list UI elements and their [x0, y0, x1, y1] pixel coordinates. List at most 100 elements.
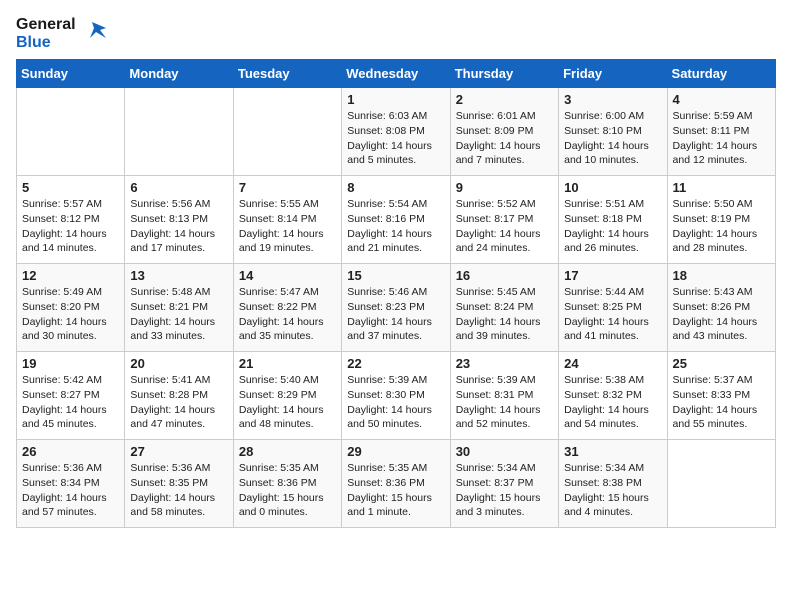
calendar-table: SundayMondayTuesdayWednesdayThursdayFrid…: [16, 59, 776, 528]
calendar-cell: 9 Sunrise: 5:52 AM Sunset: 8:17 PM Daylig…: [450, 176, 558, 264]
calendar-cell: 24Sunrise: 5:38 AM Sunset: 8:32 PM Dayli…: [559, 352, 667, 440]
day-number: 10: [564, 180, 661, 195]
day-number: 5: [22, 180, 119, 195]
cell-content: Sunrise: 5:48 AM Sunset: 8:21 PM Dayligh…: [130, 285, 227, 344]
calendar-cell: 8 Sunrise: 5:54 AM Sunset: 8:16 PM Daylig…: [342, 176, 450, 264]
calendar-cell: [125, 88, 233, 176]
cell-content: Sunrise: 5:37 AM Sunset: 8:33 PM Dayligh…: [673, 373, 770, 432]
day-number: 30: [456, 444, 553, 459]
calendar-cell: 28 Sunrise: 5:35 AM Sunset: 8:36 PM Dayli…: [233, 440, 341, 528]
cell-content: Sunrise: 5:35 AM Sunset: 8:36 PM Dayligh…: [347, 461, 444, 520]
day-number: 15: [347, 268, 444, 283]
cell-content: Sunrise: 5:42 AM Sunset: 8:27 PM Dayligh…: [22, 373, 119, 432]
calendar-cell: 21 Sunrise: 5:40 AM Sunset: 8:29 PM Dayli…: [233, 352, 341, 440]
cell-content: Sunrise: 5:43 AM Sunset: 8:26 PM Dayligh…: [673, 285, 770, 344]
cell-content: Sunrise: 5:34 AM Sunset: 8:37 PM Dayligh…: [456, 461, 553, 520]
calendar-cell: 26 Sunrise: 5:36 AM Sunset: 8:34 PM Dayli…: [17, 440, 125, 528]
calendar-week-1: 5 Sunrise: 5:57 AM Sunset: 8:12 PM Daylig…: [17, 176, 776, 264]
calendar-cell: 6 Sunrise: 5:56 AM Sunset: 8:13 PM Daylig…: [125, 176, 233, 264]
calendar-cell: 3Sunrise: 6:00 AM Sunset: 8:10 PM Daylig…: [559, 88, 667, 176]
day-number: 1: [347, 92, 444, 107]
cell-content: Sunrise: 5:36 AM Sunset: 8:35 PM Dayligh…: [130, 461, 227, 520]
calendar-cell: 20Sunrise: 5:41 AM Sunset: 8:28 PM Dayli…: [125, 352, 233, 440]
cell-content: Sunrise: 5:34 AM Sunset: 8:38 PM Dayligh…: [564, 461, 661, 520]
day-header-sunday: Sunday: [17, 60, 125, 88]
day-header-thursday: Thursday: [450, 60, 558, 88]
calendar-cell: 18Sunrise: 5:43 AM Sunset: 8:26 PM Dayli…: [667, 264, 775, 352]
cell-content: Sunrise: 5:40 AM Sunset: 8:29 PM Dayligh…: [239, 373, 336, 432]
calendar-cell: 30 Sunrise: 5:34 AM Sunset: 8:37 PM Dayli…: [450, 440, 558, 528]
logo-bird-icon: [82, 18, 110, 46]
cell-content: Sunrise: 5:39 AM Sunset: 8:31 PM Dayligh…: [456, 373, 553, 432]
day-header-saturday: Saturday: [667, 60, 775, 88]
calendar-week-0: 1 Sunrise: 6:03 AM Sunset: 8:08 PM Daylig…: [17, 88, 776, 176]
calendar-cell: 17 Sunrise: 5:44 AM Sunset: 8:25 PM Dayli…: [559, 264, 667, 352]
day-header-monday: Monday: [125, 60, 233, 88]
calendar-cell: [17, 88, 125, 176]
cell-content: Sunrise: 5:55 AM Sunset: 8:14 PM Dayligh…: [239, 197, 336, 256]
day-number: 22: [347, 356, 444, 371]
calendar-body: 1 Sunrise: 6:03 AM Sunset: 8:08 PM Daylig…: [17, 88, 776, 528]
cell-content: Sunrise: 5:44 AM Sunset: 8:25 PM Dayligh…: [564, 285, 661, 344]
day-number: 25: [673, 356, 770, 371]
cell-content: Sunrise: 5:57 AM Sunset: 8:12 PM Dayligh…: [22, 197, 119, 256]
calendar-cell: [233, 88, 341, 176]
day-number: 3: [564, 92, 661, 107]
page-header: General Blue: [16, 16, 776, 51]
day-number: 24: [564, 356, 661, 371]
day-number: 17: [564, 268, 661, 283]
calendar-cell: 4Sunrise: 5:59 AM Sunset: 8:11 PM Daylig…: [667, 88, 775, 176]
logo: General Blue: [16, 16, 110, 51]
calendar-week-2: 12 Sunrise: 5:49 AM Sunset: 8:20 PM Dayli…: [17, 264, 776, 352]
cell-content: Sunrise: 5:52 AM Sunset: 8:17 PM Dayligh…: [456, 197, 553, 256]
day-number: 27: [130, 444, 227, 459]
day-number: 21: [239, 356, 336, 371]
cell-content: Sunrise: 5:51 AM Sunset: 8:18 PM Dayligh…: [564, 197, 661, 256]
day-header-friday: Friday: [559, 60, 667, 88]
calendar-cell: 10 Sunrise: 5:51 AM Sunset: 8:18 PM Dayli…: [559, 176, 667, 264]
day-number: 16: [456, 268, 553, 283]
day-number: 11: [673, 180, 770, 195]
day-header-tuesday: Tuesday: [233, 60, 341, 88]
calendar-week-3: 19 Sunrise: 5:42 AM Sunset: 8:27 PM Dayli…: [17, 352, 776, 440]
calendar-cell: 29 Sunrise: 5:35 AM Sunset: 8:36 PM Dayli…: [342, 440, 450, 528]
calendar-cell: 5 Sunrise: 5:57 AM Sunset: 8:12 PM Daylig…: [17, 176, 125, 264]
calendar-header: SundayMondayTuesdayWednesdayThursdayFrid…: [17, 60, 776, 88]
calendar-cell: 22Sunrise: 5:39 AM Sunset: 8:30 PM Dayli…: [342, 352, 450, 440]
calendar-cell: 1 Sunrise: 6:03 AM Sunset: 8:08 PM Daylig…: [342, 88, 450, 176]
cell-content: Sunrise: 5:41 AM Sunset: 8:28 PM Dayligh…: [130, 373, 227, 432]
calendar-cell: 11 Sunrise: 5:50 AM Sunset: 8:19 PM Dayli…: [667, 176, 775, 264]
cell-content: Sunrise: 5:46 AM Sunset: 8:23 PM Dayligh…: [347, 285, 444, 344]
calendar-cell: 13Sunrise: 5:48 AM Sunset: 8:21 PM Dayli…: [125, 264, 233, 352]
day-header-row: SundayMondayTuesdayWednesdayThursdayFrid…: [17, 60, 776, 88]
day-number: 9: [456, 180, 553, 195]
cell-content: Sunrise: 5:35 AM Sunset: 8:36 PM Dayligh…: [239, 461, 336, 520]
calendar-cell: 27 Sunrise: 5:36 AM Sunset: 8:35 PM Dayli…: [125, 440, 233, 528]
cell-content: Sunrise: 6:03 AM Sunset: 8:08 PM Dayligh…: [347, 109, 444, 168]
day-number: 23: [456, 356, 553, 371]
day-number: 28: [239, 444, 336, 459]
day-number: 19: [22, 356, 119, 371]
day-number: 8: [347, 180, 444, 195]
day-number: 26: [22, 444, 119, 459]
day-number: 12: [22, 268, 119, 283]
calendar-cell: 19 Sunrise: 5:42 AM Sunset: 8:27 PM Dayli…: [17, 352, 125, 440]
day-header-wednesday: Wednesday: [342, 60, 450, 88]
calendar-cell: 7 Sunrise: 5:55 AM Sunset: 8:14 PM Daylig…: [233, 176, 341, 264]
logo-line1: General: [16, 16, 76, 34]
calendar-cell: 16Sunrise: 5:45 AM Sunset: 8:24 PM Dayli…: [450, 264, 558, 352]
calendar-cell: 2Sunrise: 6:01 AM Sunset: 8:09 PM Daylig…: [450, 88, 558, 176]
cell-content: Sunrise: 5:50 AM Sunset: 8:19 PM Dayligh…: [673, 197, 770, 256]
cell-content: Sunrise: 5:56 AM Sunset: 8:13 PM Dayligh…: [130, 197, 227, 256]
cell-content: Sunrise: 5:54 AM Sunset: 8:16 PM Dayligh…: [347, 197, 444, 256]
day-number: 7: [239, 180, 336, 195]
cell-content: Sunrise: 5:36 AM Sunset: 8:34 PM Dayligh…: [22, 461, 119, 520]
calendar-cell: 25 Sunrise: 5:37 AM Sunset: 8:33 PM Dayli…: [667, 352, 775, 440]
day-number: 6: [130, 180, 227, 195]
logo-line2: Blue: [16, 34, 76, 52]
calendar-week-4: 26 Sunrise: 5:36 AM Sunset: 8:34 PM Dayli…: [17, 440, 776, 528]
logo-text: General Blue: [16, 16, 76, 51]
day-number: 29: [347, 444, 444, 459]
cell-content: Sunrise: 5:59 AM Sunset: 8:11 PM Dayligh…: [673, 109, 770, 168]
cell-content: Sunrise: 5:49 AM Sunset: 8:20 PM Dayligh…: [22, 285, 119, 344]
